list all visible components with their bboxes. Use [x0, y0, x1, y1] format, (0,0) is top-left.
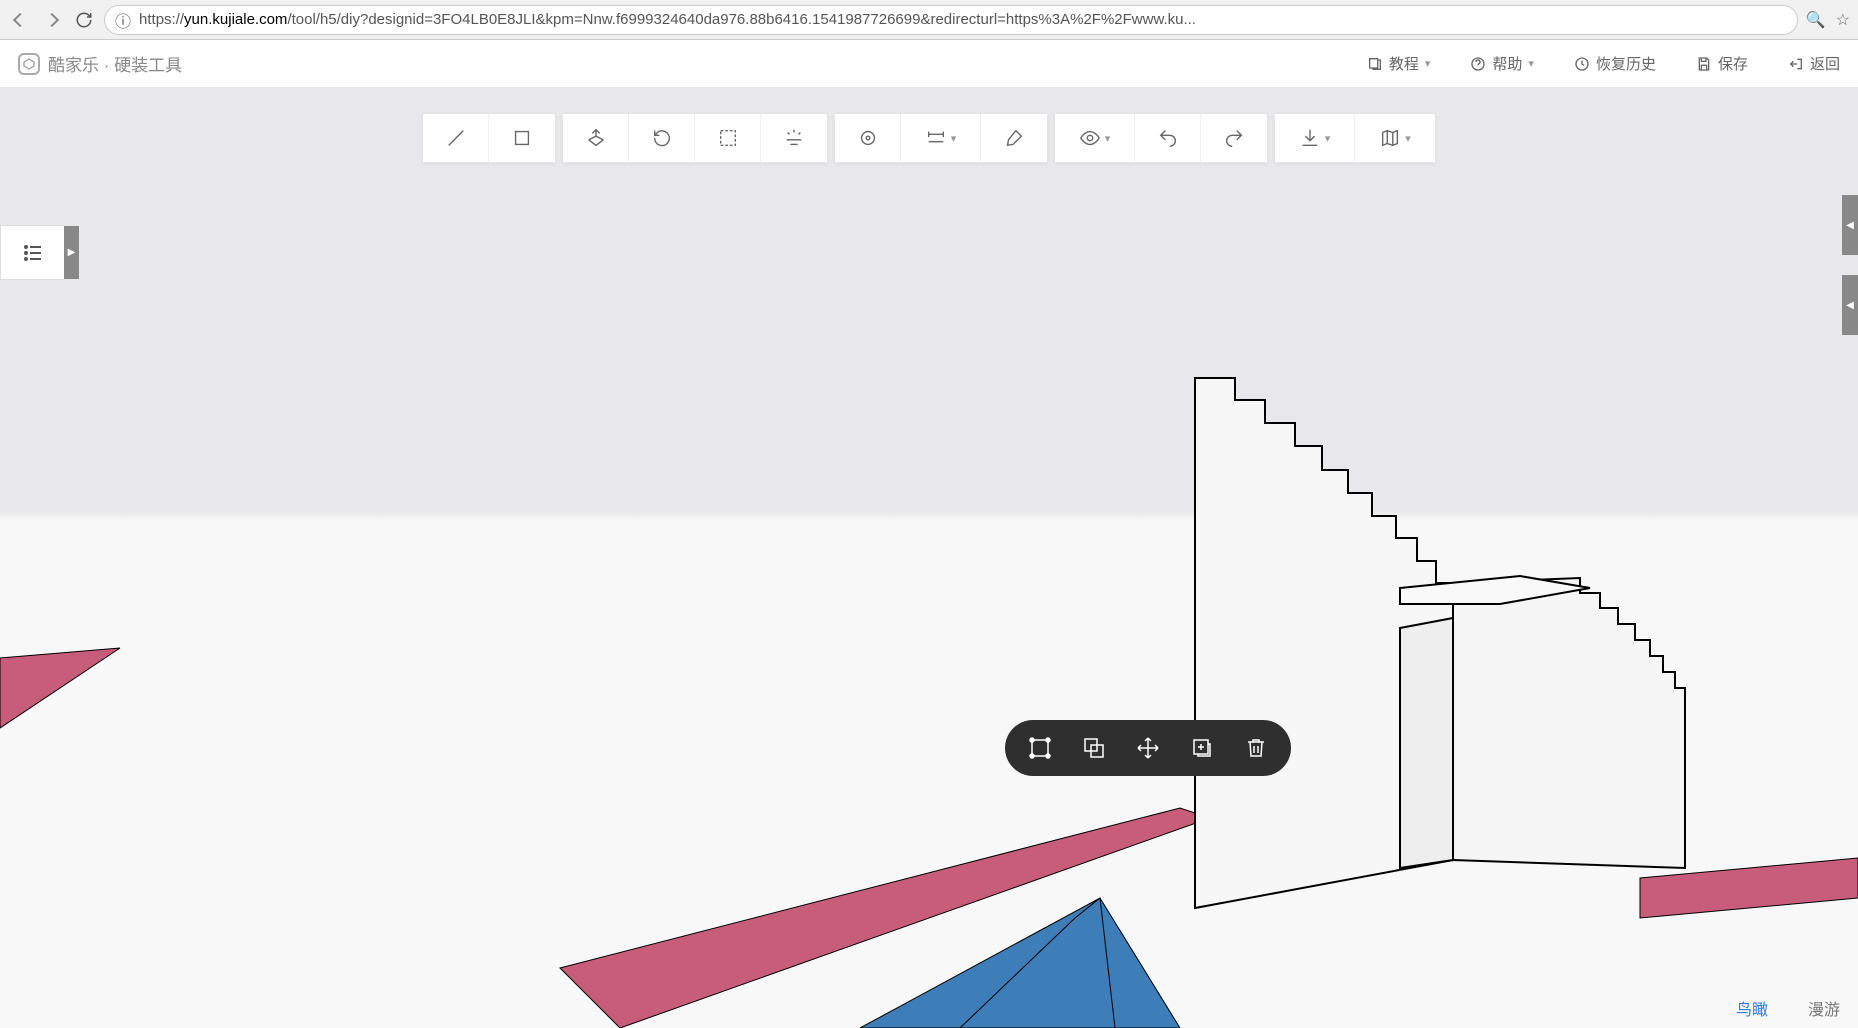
- url-path: /tool/h5/diy?designid=3FO4LB0E8JLI&kpm=N…: [287, 11, 1196, 28]
- view-roam[interactable]: 漫游: [1808, 996, 1840, 1020]
- save-button[interactable]: 保存: [1696, 53, 1748, 74]
- browser-bar: ⓘ https://yun.kujiale.com/tool/h5/diy?de…: [0, 0, 1858, 40]
- back-button[interactable]: 返回: [1788, 53, 1840, 74]
- move-icon[interactable]: [1135, 735, 1161, 761]
- redo-tool[interactable]: [1201, 114, 1267, 162]
- info-icon: ⓘ: [115, 8, 131, 32]
- brand: 酷家乐 · 硬装工具: [18, 51, 182, 76]
- scene-3d: [0, 88, 1858, 1028]
- line-tool[interactable]: [423, 114, 489, 162]
- light-tool[interactable]: [761, 114, 827, 162]
- restore-button[interactable]: 恢复历史: [1574, 53, 1656, 74]
- forward-icon[interactable]: [40, 8, 64, 32]
- back-icon[interactable]: [8, 8, 32, 32]
- right-panel-handle-1[interactable]: ◀: [1842, 195, 1858, 255]
- address-bar[interactable]: ⓘ https://yun.kujiale.com/tool/h5/diy?de…: [104, 5, 1798, 35]
- frame-tool[interactable]: [695, 114, 761, 162]
- tutorial-button[interactable]: 教程▾: [1367, 53, 1431, 74]
- left-expand-icon[interactable]: ▶: [64, 226, 79, 279]
- rotate-tool[interactable]: [629, 114, 695, 162]
- url-prefix: https://: [139, 11, 184, 28]
- brand-name: 酷家乐: [48, 56, 99, 75]
- context-toolbar: [1005, 720, 1291, 776]
- star-icon[interactable]: ☆: [1836, 10, 1850, 30]
- extrude-tool[interactable]: [563, 114, 629, 162]
- main-toolbar: ▾ ▾ ▾ ▾: [422, 113, 1436, 163]
- group-icon[interactable]: [1081, 735, 1107, 761]
- zoom-icon[interactable]: 🔍: [1806, 10, 1826, 30]
- map-tool[interactable]: ▾: [1355, 114, 1435, 162]
- reload-icon[interactable]: [72, 8, 96, 32]
- url-host: yun.kujiale.com: [184, 11, 287, 28]
- rect-tool[interactable]: [489, 114, 555, 162]
- help-button[interactable]: 帮助▾: [1470, 53, 1534, 74]
- brand-sub: 硬装工具: [114, 56, 182, 75]
- select-icon[interactable]: [1027, 735, 1053, 761]
- duplicate-icon[interactable]: [1189, 735, 1215, 761]
- right-panel-handle-2[interactable]: ◀: [1842, 275, 1858, 335]
- target-tool[interactable]: [835, 114, 901, 162]
- brush-tool[interactable]: [981, 114, 1047, 162]
- view-tool[interactable]: ▾: [1055, 114, 1135, 162]
- download-tool[interactable]: ▾: [1275, 114, 1355, 162]
- view-mode-bar: 鸟瞰 漫游: [1736, 996, 1840, 1020]
- measure-tool[interactable]: ▾: [901, 114, 981, 162]
- app-header: 酷家乐 · 硬装工具 教程▾ 帮助▾ 恢复历史 保存 返回: [0, 40, 1858, 88]
- left-panel-toggle[interactable]: ▶: [0, 225, 65, 280]
- brand-icon: [18, 53, 40, 75]
- view-bird[interactable]: 鸟瞰: [1736, 996, 1768, 1020]
- delete-icon[interactable]: [1243, 735, 1269, 761]
- undo-tool[interactable]: [1135, 114, 1201, 162]
